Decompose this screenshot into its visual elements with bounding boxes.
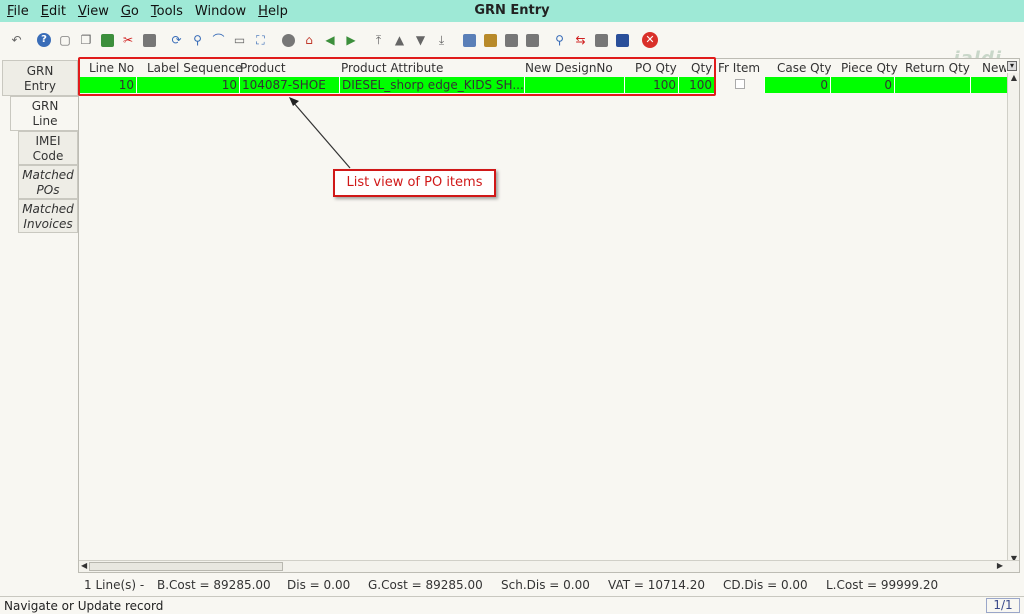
tab-grn-line[interactable]: GRN Line [10, 96, 79, 131]
help-icon[interactable]: ? [36, 32, 52, 48]
column-line-no[interactable]: Line No [89, 61, 134, 75]
annotation-callout: List view of PO items [333, 169, 496, 197]
workflow-icon[interactable]: ⇆ [573, 32, 589, 48]
column-chooser-icon[interactable]: ▾ [1007, 61, 1017, 71]
menu-bar: File Edit View Go Tools Window Help GRN … [0, 0, 1024, 22]
find-icon[interactable]: ⚲ [190, 32, 206, 48]
menu-edit[interactable]: Edit [35, 4, 72, 19]
next-record-icon[interactable]: ▼ [413, 32, 429, 48]
fullscreen-icon[interactable]: ⛶ [253, 32, 269, 48]
summary-sch-dis: Sch.Dis = 0.00 [501, 578, 590, 592]
history-icon[interactable] [280, 32, 296, 48]
column-po-qty[interactable]: PO Qty [635, 61, 677, 75]
cell-return-qty[interactable] [895, 77, 971, 93]
previous-record-icon[interactable]: ▲ [392, 32, 408, 48]
back-icon[interactable]: ◀ [322, 32, 338, 48]
summary-l-cost: L.Cost = 99999.20 [826, 578, 939, 592]
cell-line-no[interactable]: 10 [79, 77, 137, 93]
cell-new[interactable] [971, 77, 1009, 93]
column-product[interactable]: Product [240, 61, 286, 75]
cell-label-sequence[interactable]: 10 [137, 77, 240, 93]
tab-matched-invoices[interactable]: Matched Invoices [18, 199, 78, 233]
close-icon[interactable]: ✕ [642, 32, 658, 48]
summary-bar: 1 Line(s) - B.Cost = 89285.00 Dis = 0.00… [0, 576, 1024, 594]
home-icon[interactable]: ⌂ [301, 32, 317, 48]
page-count: 1/1 [986, 598, 1020, 613]
save-icon[interactable] [99, 32, 115, 48]
scroll-left-icon[interactable]: ◀ [81, 561, 87, 570]
refresh-icon[interactable]: ⟳ [169, 32, 185, 48]
scroll-right-icon[interactable]: ▶ [997, 561, 1003, 570]
summary-cd-dis: CD.Dis = 0.00 [723, 578, 808, 592]
print-icon[interactable] [141, 32, 157, 48]
first-record-icon[interactable]: ⤒ [371, 32, 387, 48]
horizontal-scroll-thumb[interactable] [89, 562, 283, 571]
summary-vat: VAT = 10714.20 [608, 578, 705, 592]
copy-icon[interactable]: ❐ [78, 32, 94, 48]
vertical-scrollbar[interactable]: ▲ ▼ [1007, 73, 1019, 563]
archive-icon[interactable] [482, 32, 498, 48]
cell-fr-item [715, 77, 765, 93]
cell-case-qty[interactable]: 0 [765, 77, 831, 93]
grid-header: Line No Label Sequence Product Product A… [79, 59, 1009, 77]
tab-matched-pos[interactable]: Matched POs [18, 165, 78, 199]
export-icon[interactable] [524, 32, 540, 48]
attach-icon[interactable]: ⌒ [211, 32, 227, 48]
zoom-icon[interactable]: ⚲ [552, 32, 568, 48]
column-new[interactable]: New [982, 61, 1006, 75]
column-label-sequence[interactable]: Label Sequence [147, 61, 242, 75]
column-product-attribute[interactable]: Product Attribute [341, 61, 443, 75]
summary-g-cost: G.Cost = 89285.00 [368, 578, 483, 592]
grid-panel: Line No Label Sequence Product Product A… [78, 58, 1020, 573]
summary-dis: Dis = 0.00 [287, 578, 351, 592]
column-case-qty[interactable]: Case Qty [777, 61, 831, 75]
tab-imei-code[interactable]: IMEI Code [18, 131, 78, 165]
report-icon[interactable] [461, 32, 477, 48]
menu-help[interactable]: Help [252, 4, 294, 19]
last-record-icon[interactable]: ⤓ [434, 32, 450, 48]
fr-item-checkbox[interactable] [735, 79, 745, 89]
menu-view[interactable]: View [72, 4, 115, 19]
new-icon[interactable]: ▢ [57, 32, 73, 48]
column-piece-qty[interactable]: Piece Qty [841, 61, 898, 75]
cell-product-attribute[interactable]: DIESEL_shorp edge_KIDS SH... [340, 77, 525, 93]
summary-b-cost: B.Cost = 89285.00 [157, 578, 271, 592]
print-preview-icon[interactable] [503, 32, 519, 48]
request-icon[interactable] [615, 32, 631, 48]
tab-grn-entry[interactable]: GRN Entry [2, 60, 78, 96]
cell-qty[interactable]: 100 [679, 77, 715, 93]
column-return-qty[interactable]: Return Qty [905, 61, 970, 75]
menu-window[interactable]: Window [189, 4, 252, 19]
forward-icon[interactable]: ▶ [343, 32, 359, 48]
column-new-design-no[interactable]: New DesignNo [525, 61, 613, 75]
menu-go[interactable]: Go [115, 4, 145, 19]
menu-file[interactable]: File [0, 4, 35, 19]
scroll-up-icon[interactable]: ▲ [1009, 73, 1019, 82]
summary-lines: 1 Line(s) - [84, 578, 145, 592]
cell-piece-qty[interactable]: 0 [831, 77, 895, 93]
cell-po-qty[interactable]: 100 [625, 77, 679, 93]
cell-product[interactable]: 104087-SHOE [240, 77, 340, 93]
undo-icon[interactable]: ↶ [9, 32, 25, 48]
table-row[interactable]: 10 10 104087-SHOE DIESEL_shorp edge_KIDS… [79, 77, 1009, 93]
toolbar: ↶ ? ▢ ❐ ✂ ⟳ ⚲ ⌒ ▭ ⛶ ⌂ ◀ ▶ ⤒ ▲ ▼ ⤓ ⚲ ⇆ ✕ … [0, 22, 1024, 69]
column-qty[interactable]: Qty [691, 61, 712, 75]
status-text: Navigate or Update record [4, 599, 164, 613]
column-fr-item[interactable]: Fr Item [718, 61, 760, 75]
delete-icon[interactable]: ✂ [120, 32, 136, 48]
horizontal-scrollbar[interactable]: ◀ ▶ [79, 560, 1019, 572]
chat-icon[interactable]: ▭ [232, 32, 248, 48]
status-bar: Navigate or Update record 1/1 [0, 596, 1024, 614]
cell-new-design-no[interactable] [525, 77, 625, 93]
menu-tools[interactable]: Tools [145, 4, 189, 19]
process-icon[interactable] [594, 32, 610, 48]
